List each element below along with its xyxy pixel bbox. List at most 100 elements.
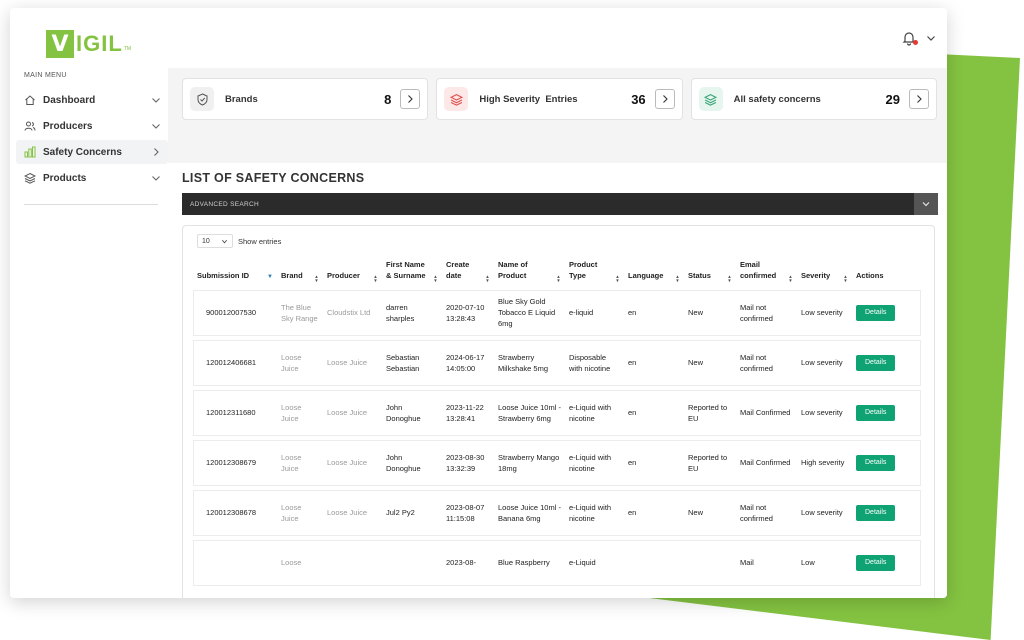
- cell-product: Loose Juice 10ml - Strawberry 6mg: [494, 389, 565, 436]
- cell-status: New: [684, 289, 736, 336]
- column-header[interactable]: Producer ▲▼: [323, 260, 382, 286]
- column-header-label: Submission ID: [197, 270, 250, 280]
- sort-icon[interactable]: ▲▼: [554, 274, 561, 282]
- card-label: All safety concerns: [733, 93, 821, 105]
- card-count: 36: [631, 91, 646, 107]
- column-header[interactable]: First Name & Surname ▲▼: [382, 260, 442, 286]
- cell-type: e-Liquid: [565, 539, 624, 586]
- table-row[interactable]: 120012308678 Loose Juice Loose Juice Jul2 P…: [193, 489, 921, 536]
- details-button[interactable]: Details: [856, 304, 896, 321]
- column-header-inner: Create date ▲▼: [446, 260, 490, 282]
- column-header[interactable]: Status ▲▼: [684, 260, 736, 286]
- page-title: LIST OF SAFETY CONCERNS: [182, 171, 365, 185]
- cell-actions: Details: [852, 339, 921, 386]
- column-header-inner: Name of Product ▲▼: [498, 260, 561, 282]
- table-row[interactable]: Loose 2023-08- Blue Raspberry e-Liquid Mail L…: [193, 539, 921, 586]
- chevron-right-icon: [154, 148, 159, 156]
- cell-email: Mail Confirmed: [736, 439, 797, 486]
- column-header-label: Producer: [327, 270, 360, 280]
- chevron-down-icon: [922, 202, 930, 207]
- chevron-down-icon[interactable]: [925, 32, 937, 44]
- cell-brand: Loose Juice: [277, 339, 323, 386]
- column-header[interactable]: Severity ▲▼: [797, 260, 852, 286]
- sort-icon[interactable]: ▼: [267, 273, 273, 282]
- cell-date: 2023-11-22 13:28:41: [442, 389, 494, 436]
- table-row[interactable]: 900012007530 The Blue Sky Range Cloudstix …: [193, 289, 921, 336]
- chevron-right-icon: [917, 95, 922, 103]
- column-header[interactable]: Name of Product ▲▼: [494, 260, 565, 286]
- table-container: 10 Show entries Submission ID ▼ Brand ▲▼ Pro…: [182, 225, 935, 598]
- sidebar-item-dashboard[interactable]: Dashboard: [16, 88, 168, 112]
- open-brands-button[interactable]: [400, 89, 421, 109]
- cell-producer: Loose Juice: [323, 389, 382, 436]
- sort-icon[interactable]: ▲▼: [312, 274, 319, 282]
- column-header[interactable]: Create date ▲▼: [442, 260, 494, 286]
- cell-type: e-Liquid with nicotine: [565, 489, 624, 536]
- table-row[interactable]: 120012308679 Loose Juice Loose Juice John D…: [193, 439, 921, 486]
- sort-icon[interactable]: ▲▼: [841, 274, 848, 282]
- sort-icon[interactable]: ▲▼: [786, 274, 793, 282]
- cell-actions: Details: [852, 389, 921, 436]
- sort-icon[interactable]: ▲▼: [431, 274, 438, 282]
- cell-producer: [323, 539, 382, 586]
- cell-date: 2023-08-: [442, 539, 494, 586]
- entries-select[interactable]: 10: [197, 234, 233, 248]
- cell-lang: en: [624, 439, 684, 486]
- sort-icon[interactable]: ▲▼: [371, 274, 378, 282]
- sidebar-item-products[interactable]: Products: [16, 166, 168, 190]
- column-header[interactable]: Language ▲▼: [624, 260, 684, 286]
- column-header[interactable]: Product Type ▲▼: [565, 260, 624, 286]
- sidebar-item-label: Products: [43, 172, 87, 184]
- table-header-row: Submission ID ▼ Brand ▲▼ Producer ▲▼ First Nam…: [193, 260, 921, 286]
- cell-actions: Details: [852, 539, 921, 586]
- vigil-logo[interactable]: V IGIL TM: [46, 30, 131, 58]
- details-button[interactable]: Details: [856, 554, 896, 571]
- column-header: Actions: [852, 260, 921, 286]
- cell-id: 120012311680: [193, 389, 277, 436]
- details-button[interactable]: Details: [856, 404, 896, 421]
- details-button[interactable]: Details: [856, 454, 896, 471]
- details-button[interactable]: Details: [856, 354, 896, 371]
- column-header[interactable]: Brand ▲▼: [277, 260, 323, 286]
- sidebar-item-label: Producers: [43, 120, 93, 132]
- column-header-inner: Product Type ▲▼: [569, 260, 620, 282]
- column-header[interactable]: Submission ID ▼: [193, 260, 277, 286]
- table-row[interactable]: 120012311680 Loose Juice Loose Juice John D…: [193, 389, 921, 436]
- column-header-inner: Status ▲▼: [688, 271, 732, 282]
- open-all-concerns-button[interactable]: [908, 89, 929, 109]
- column-header-label: Severity: [801, 270, 831, 280]
- top-bar: [168, 8, 947, 68]
- cell-id: 120012308678: [193, 489, 277, 536]
- advanced-search-bar[interactable]: ADVANCED SEARCH: [182, 193, 938, 215]
- cell-severity: Low severity: [797, 489, 852, 536]
- sort-icon[interactable]: ▲▼: [673, 274, 680, 282]
- sidebar-item-producers[interactable]: Producers: [16, 114, 168, 138]
- cell-date: 2024-06-17 14:05:00: [442, 339, 494, 386]
- sidebar-item-safety-concerns[interactable]: Safety Concerns: [16, 140, 168, 164]
- sort-icon[interactable]: ▲▼: [725, 274, 732, 282]
- details-button[interactable]: Details: [856, 504, 896, 521]
- column-header[interactable]: Email confirmed ▲▼: [736, 260, 797, 286]
- layers-icon: [23, 172, 36, 185]
- card-label: High Severity Entries: [479, 93, 578, 105]
- open-high-severity-button[interactable]: [654, 89, 675, 109]
- table-row[interactable]: 120012406681 Loose Juice Loose Juice Sebast…: [193, 339, 921, 386]
- cell-email: Mail not confirmed: [736, 489, 797, 536]
- sort-icon[interactable]: ▲▼: [613, 274, 620, 282]
- cell-id: 120012308679: [193, 439, 277, 486]
- shield-icon: [190, 87, 214, 111]
- main-menu-label: MAIN MENU: [24, 72, 67, 79]
- cell-type: e-liquid: [565, 289, 624, 336]
- all-safety-concerns-card: All safety concerns 29: [690, 78, 937, 120]
- advanced-search-toggle[interactable]: [914, 193, 938, 215]
- entries-label: Show entries: [238, 236, 282, 246]
- cell-type: e-Liquid with nicotine: [565, 439, 624, 486]
- column-header-inner: Severity ▲▼: [801, 271, 848, 282]
- column-header-inner: Email confirmed ▲▼: [740, 260, 793, 282]
- column-header-label: Brand: [281, 270, 303, 280]
- brands-card: Brands 8: [182, 78, 429, 120]
- cell-email: Mail Confirmed: [736, 389, 797, 436]
- logo-trademark: TM: [123, 46, 132, 52]
- high-severity-card: High Severity Entries 36: [436, 78, 683, 120]
- sort-icon[interactable]: ▲▼: [483, 274, 490, 282]
